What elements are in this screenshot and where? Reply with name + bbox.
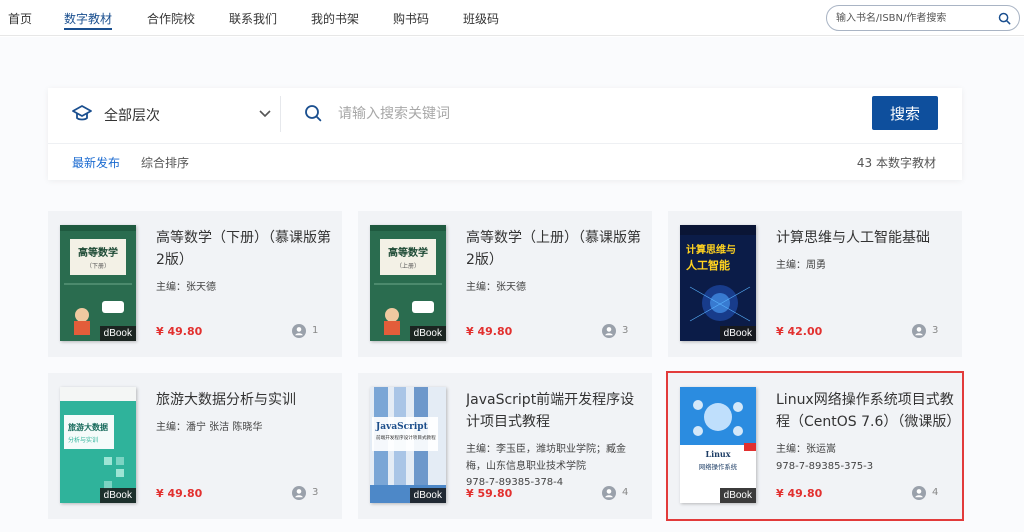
book-cover-image[interactable]: 高等数学 （下册） dBook: [60, 225, 136, 341]
svg-text:前端开发程序设计项目式教程: 前端开发程序设计项目式教程: [376, 434, 436, 441]
svg-text:网络操作系统: 网络操作系统: [699, 462, 738, 471]
nav-item-my-bookshelf[interactable]: 我的书架: [311, 10, 359, 27]
nav-item-class-code[interactable]: 班级码: [463, 10, 499, 27]
svg-text:JavaScript: JavaScript: [375, 422, 429, 432]
svg-text:分析与实训: 分析与实训: [68, 436, 98, 444]
book-cover-image[interactable]: JavaScript 前端开发程序设计项目式教程 dBook: [370, 387, 446, 503]
total-count: 43 本数字教材: [856, 156, 936, 170]
keyword-search: [304, 102, 804, 126]
book-cover-image[interactable]: Linux 网络操作系统 dBook: [680, 387, 756, 503]
reader-count-value: 4: [622, 487, 629, 498]
user-icon: [292, 324, 306, 338]
book-price: ¥ 59.80: [466, 487, 513, 500]
nav-item-home[interactable]: 首页: [8, 10, 32, 27]
book-card[interactable]: 计算思维与 人工智能 dBook 计算思维与人工智能基础 主编：周勇 ¥ 42.00 …: [668, 211, 962, 357]
keyword-search-input[interactable]: [338, 104, 758, 124]
book-editor: 主编：张运嵩: [776, 444, 836, 455]
user-icon: [912, 486, 926, 500]
svg-text:（下册）: （下册）: [86, 263, 110, 270]
search-icon: [305, 105, 322, 122]
book-isbn: 978-7-89385-375-3: [776, 461, 874, 472]
book-card[interactable]: 旅游大数据 分析与实训 dBook 旅游大数据分析与实训 主编：潘宁 张洁 陈晓华 ¥…: [48, 373, 342, 519]
svg-text:人工智能: 人工智能: [686, 258, 730, 272]
svg-text:旅游大数据: 旅游大数据: [68, 422, 108, 432]
book-editor: 主编：张天德: [156, 282, 216, 293]
sort-tab-overall[interactable]: 综合排序: [141, 154, 189, 171]
book-editor: 主编：潘宁 张洁 陈晓华: [156, 422, 263, 433]
nav-item-purchase-code[interactable]: 购书码: [393, 10, 429, 27]
user-icon: [602, 324, 616, 338]
nav-item-partner-schools[interactable]: 合作院校: [147, 10, 195, 27]
book-card[interactable]: 高等数学 （上册） dBook 高等数学（上册）（慕课版第2版） 主编：张天德 ¥ 4…: [358, 211, 652, 357]
dbook-badge: dBook: [99, 326, 136, 341]
book-title[interactable]: 高等数学（上册）（慕课版第2版）: [466, 227, 646, 271]
vertical-divider: [280, 96, 281, 132]
nav-item-digital-textbooks[interactable]: 数字教材: [64, 10, 112, 27]
book-price: ¥ 49.80: [156, 325, 203, 338]
book-price: ¥ 42.00: [776, 325, 823, 338]
filter-panel: 全部层次 搜索 最新发布 综合排序 43 本数字教材: [48, 88, 962, 180]
svg-text:Linux: Linux: [705, 449, 730, 459]
top-search-input[interactable]: [836, 11, 986, 26]
level-select[interactable]: 全部层次: [72, 102, 271, 126]
horizontal-divider: [48, 143, 962, 144]
book-editor: 主编：张天德: [466, 282, 526, 293]
book-cover-image[interactable]: 旅游大数据 分析与实训 dBook: [60, 387, 136, 503]
reader-count-value: 3: [312, 487, 319, 498]
top-navigation-bar: 首页 数字教材 合作院校 联系我们 我的书架 购书码 班级码: [0, 0, 1024, 36]
dbook-badge: dBook: [99, 488, 136, 503]
book-title[interactable]: 高等数学（下册）（慕课版第2版）: [156, 227, 336, 271]
svg-text:计算思维与: 计算思维与: [686, 243, 736, 256]
book-title[interactable]: JavaScript前端开发程序设计项目式教程: [466, 389, 646, 433]
book-card[interactable]: 高等数学 （下册） dBook 高等数学（下册）（慕课版第2版） 主编：张天德 ¥ 4…: [48, 211, 342, 357]
book-card[interactable]: Linux 网络操作系统 dBook Linux网络操作系统项目式教程（CentO…: [666, 371, 964, 521]
dbook-badge: dBook: [409, 488, 446, 503]
chevron-down-icon: [259, 110, 271, 118]
reader-count-value: 4: [932, 487, 939, 498]
book-title[interactable]: Linux网络操作系统项目式教程（CentOS 7.6）（微课版）: [776, 389, 956, 433]
book-cover-image[interactable]: 计算思维与 人工智能 dBook: [680, 225, 756, 341]
book-editor: 主编：周勇: [776, 260, 826, 271]
book-price: ¥ 49.80: [466, 325, 513, 338]
dbook-badge: dBook: [409, 326, 446, 341]
top-search-box: [826, 5, 1020, 31]
reader-count-value: 1: [312, 325, 319, 336]
svg-text:高等数学: 高等数学: [78, 246, 118, 259]
book-cover-image[interactable]: 高等数学 （上册） dBook: [370, 225, 446, 341]
user-icon: [292, 486, 306, 500]
user-icon: [602, 486, 616, 500]
book-card[interactable]: JavaScript 前端开发程序设计项目式教程 dBook JavaScript…: [358, 373, 652, 519]
user-icon: [912, 324, 926, 338]
book-price: ¥ 49.80: [156, 487, 203, 500]
book-editor: 主编：李玉臣，潍坊职业学院；臧金梅，山东信息职业技术学院: [466, 444, 626, 472]
nav-active-indicator: [64, 28, 112, 30]
search-icon[interactable]: [998, 12, 1011, 25]
book-title[interactable]: 旅游大数据分析与实训: [156, 389, 336, 411]
dbook-badge: dBook: [719, 488, 756, 503]
graduation-cap-icon: [72, 105, 92, 121]
book-title[interactable]: 计算思维与人工智能基础: [776, 227, 956, 249]
svg-text:高等数学: 高等数学: [388, 246, 428, 259]
sort-tab-latest[interactable]: 最新发布: [72, 154, 120, 171]
level-select-label: 全部层次: [104, 108, 160, 124]
reader-count-value: 3: [932, 325, 939, 336]
nav-item-contact-us[interactable]: 联系我们: [229, 10, 277, 27]
dbook-badge: dBook: [719, 326, 756, 341]
search-button[interactable]: 搜索: [872, 96, 938, 130]
reader-count-value: 3: [622, 325, 629, 336]
book-price: ¥ 49.80: [776, 487, 823, 500]
svg-text:（上册）: （上册）: [396, 262, 420, 270]
